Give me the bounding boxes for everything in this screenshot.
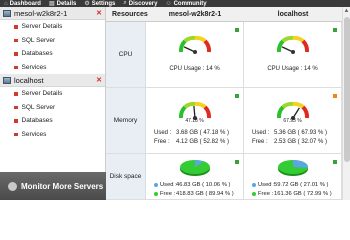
status-indicator (235, 28, 239, 32)
discovery-icon: ⌕ (123, 0, 127, 6)
host-header[interactable]: mesol-w2k8r2-1 ✕ (0, 7, 105, 20)
sidebar-item-sql-server[interactable]: SQL Server (0, 101, 105, 115)
status-indicator (235, 160, 239, 164)
status-indicator (333, 160, 337, 164)
nav-dashboard[interactable]: ⌂ Dashboard (0, 1, 45, 7)
row-label-disk: Disk space (106, 154, 146, 199)
bullet-icon (14, 132, 18, 136)
used-swatch (252, 183, 256, 187)
disk-pie-chart (179, 160, 210, 176)
resource-grid: Resources mesol-w2k8r2-1 localhost CPU C… (106, 7, 342, 200)
status-indicator (235, 94, 239, 98)
disk-free-line: Free :161.36 GB ( 72.99 % ) (252, 191, 332, 197)
disk-pie-chart (277, 159, 308, 176)
bullet-icon (14, 38, 18, 42)
free-swatch (252, 192, 256, 196)
server-icon (3, 9, 11, 17)
scroll-thumb[interactable] (344, 17, 350, 162)
free-swatch (154, 192, 158, 196)
cpu-cell-host-1: CPU Usage : 14 % (146, 22, 244, 87)
column-header-resources: Resources (112, 10, 148, 18)
home-icon: ⌂ (4, 0, 8, 7)
status-indicator (333, 28, 337, 32)
cpu-usage-text: CPU Usage : 14 % (169, 66, 220, 72)
disk-used-line: Used :59.72 GB ( 27.01 % ) (252, 182, 328, 188)
disk-used-line: Used :46.83 GB ( 10.06 % ) (154, 182, 230, 188)
monitor-more-servers-button[interactable]: Monitor More Servers (0, 172, 106, 200)
bullet-icon (14, 119, 18, 123)
sidebar-item-server-details[interactable]: Server Details (0, 20, 105, 34)
memory-cell-host-2: 67.93 % Used :5.36 GB ( 67.93 % ) Free :… (244, 88, 342, 153)
bullet-icon (14, 25, 18, 29)
sidebar-item-services[interactable]: Services (0, 128, 105, 142)
sidebar-item-databases[interactable]: Databases (0, 114, 105, 128)
bullet-icon (14, 65, 18, 69)
cpu-gauge (276, 35, 309, 54)
scroll-up-arrow-icon[interactable]: ▲ (343, 7, 350, 15)
details-icon: ▤ (48, 1, 55, 7)
memory-free-line: Free :2.53 GB ( 32.07 % ) (252, 139, 328, 145)
bullet-icon (14, 52, 18, 56)
column-header-host-1: mesol-w2k8r2-1 (168, 10, 222, 18)
table-row-memory: Memory 47.18 % Used :3.68 GB ( 47.18 % )… (106, 88, 342, 154)
disk-cell-host-1: Used :46.83 GB ( 10.06 % ) Free :418.83 … (146, 154, 244, 199)
table-row-cpu: CPU CPU Usage : 14 % CPU Usage: 14 % (106, 22, 342, 88)
nav-settings[interactable]: ⚙ Settings (80, 0, 119, 8)
close-icon[interactable]: ✕ (96, 76, 102, 84)
sidebar-item-server-details[interactable]: Server Details (0, 87, 105, 101)
vertical-scrollbar[interactable]: ▲ (342, 7, 350, 200)
memory-used-line: Used :3.68 GB ( 47.18 % ) (154, 130, 230, 136)
bullet-icon (14, 92, 18, 96)
server-sidebar: mesol-w2k8r2-1 ✕ Server Details SQL Serv… (0, 7, 106, 200)
used-swatch (154, 183, 158, 187)
memory-cell-host-1: 47.18 % Used :3.68 GB ( 47.18 % ) Free :… (146, 88, 244, 153)
table-header: Resources mesol-w2k8r2-1 localhost (106, 7, 342, 22)
disk-free-line: Free :418.83 GB ( 89.94 % ) (154, 191, 234, 197)
settings-icon: ⚙ (84, 1, 90, 7)
table-row-disk: Disk space Used :46.83 GB ( 10.06 % ) Fr… (106, 154, 342, 200)
column-header-host-2: localhost (277, 10, 309, 18)
memory-gauge-text: 47.18 % (185, 118, 204, 124)
sidebar-item-databases[interactable]: Databases (0, 47, 105, 61)
host-header[interactable]: localhost ✕ (0, 74, 105, 87)
bullet-icon (14, 105, 18, 109)
cpu-usage-text: CPU Usage : 14 % (267, 66, 318, 72)
cpu-cell-host-2: CPU Usage : 14 % (244, 22, 342, 87)
status-indicator (333, 94, 337, 98)
sidebar-item-services[interactable]: Services (0, 61, 105, 75)
sidebar-item-sql-server[interactable]: SQL Server (0, 34, 105, 48)
top-nav: ⌂ Dashboard ▤ Details ⚙ Settings ⌕ Discovery… (0, 0, 350, 7)
close-icon[interactable]: ✕ (96, 9, 102, 17)
server-icon (3, 76, 11, 84)
nav-community[interactable]: ☺ Community (161, 1, 210, 7)
community-icon: ☺ (165, 0, 172, 7)
cpu-gauge (178, 35, 211, 54)
row-label-memory: Memory (106, 88, 146, 153)
memory-gauge-text: 67.93 % (283, 118, 302, 124)
monitor-icon (8, 181, 17, 191)
nav-details[interactable]: ▤ Details (45, 0, 80, 8)
disk-cell-host-2: Used :59.72 GB ( 27.01 % ) Free :161.36 … (244, 154, 342, 199)
memory-free-line: Free :4.12 GB ( 52.82 % ) (154, 139, 230, 145)
memory-used-line: Used :5.36 GB ( 67.93 % ) (252, 130, 328, 136)
nav-discovery[interactable]: ⌕ Discovery (119, 0, 161, 7)
row-label-cpu: CPU (106, 22, 146, 87)
